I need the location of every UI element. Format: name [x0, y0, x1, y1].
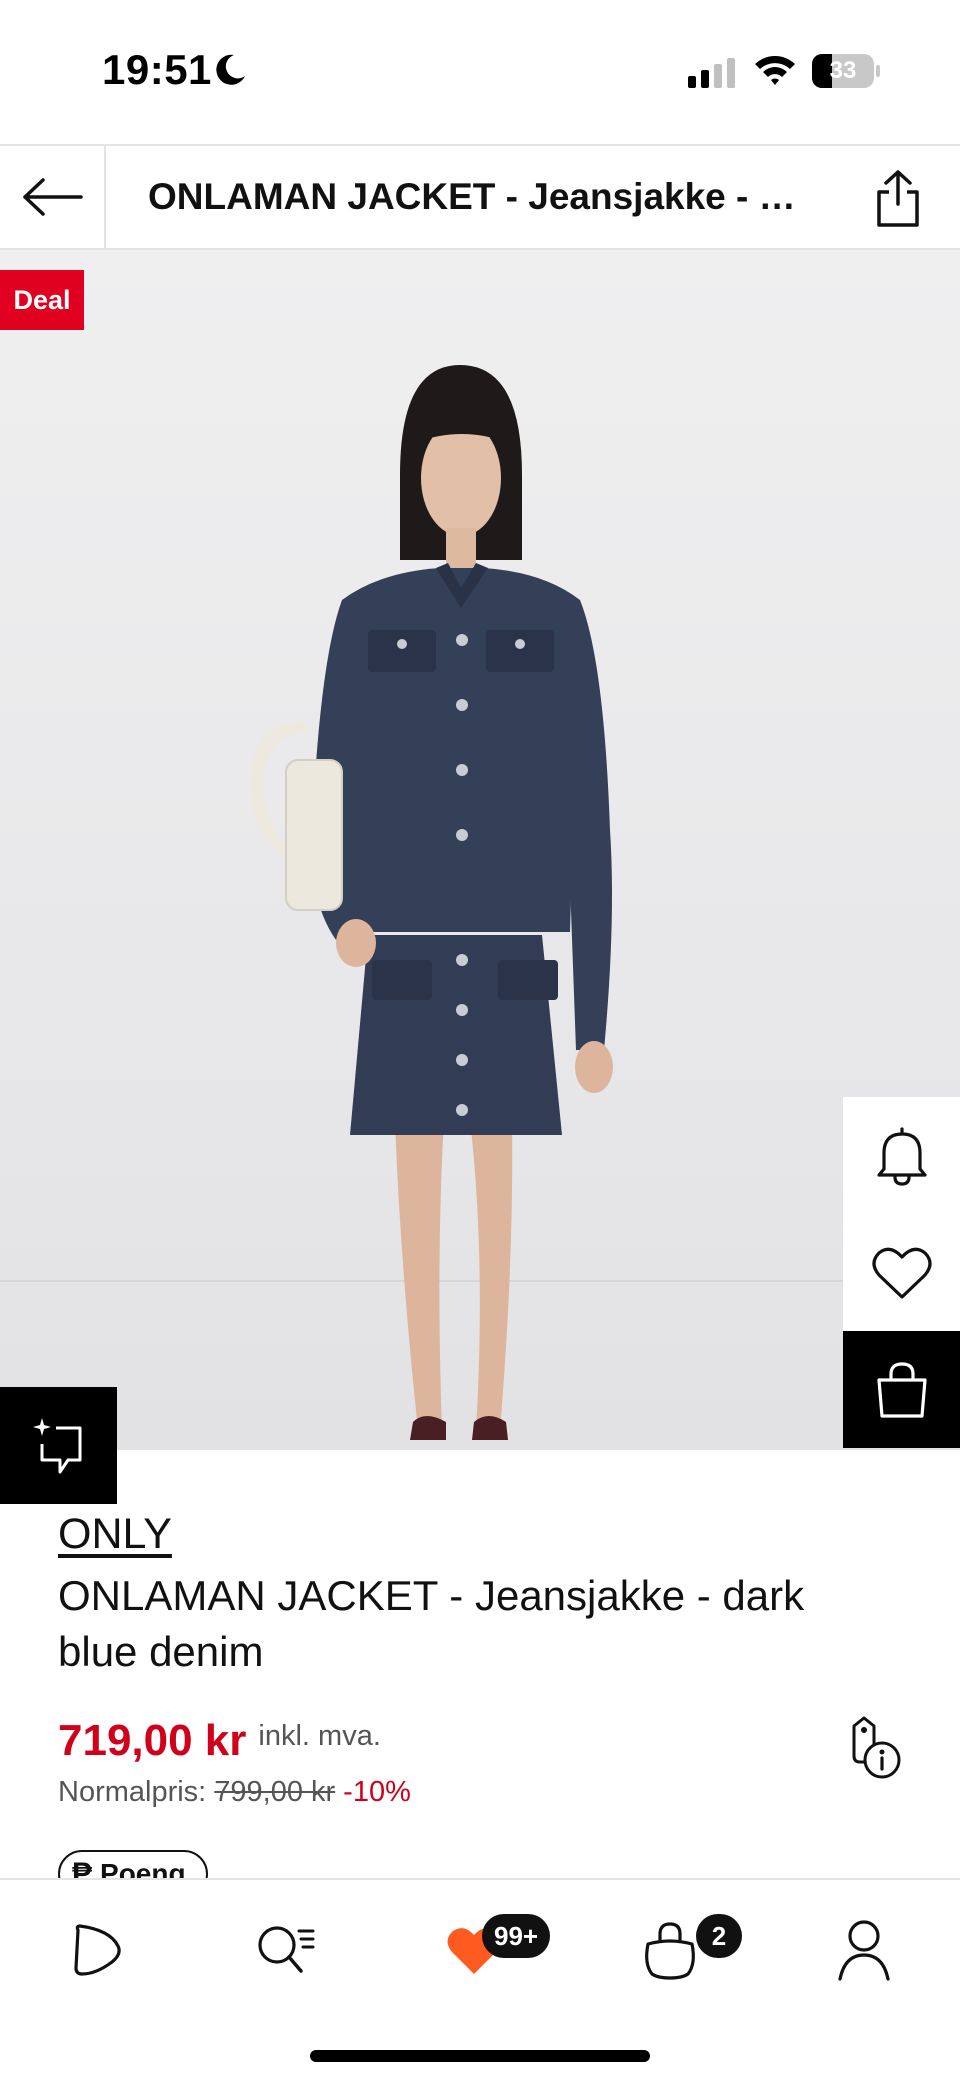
product-photo — [250, 365, 613, 1440]
product-name: ONLAMAN JACKET - Jeansjakke - dark blue … — [58, 1572, 805, 1675]
nav-account[interactable] — [824, 1910, 904, 1990]
shopping-bag-icon — [876, 1361, 927, 1418]
brand-link[interactable]: ONLY — [58, 1510, 172, 1559]
add-to-bag-button[interactable] — [843, 1331, 960, 1448]
price-tag-info-icon — [852, 1716, 901, 1779]
vat-note: inkl. mva. — [258, 1720, 381, 1752]
discount-percent: -10% — [343, 1776, 411, 1808]
page-title: ONLAMAN JACKET - Jeansjakke - dark blue … — [148, 176, 808, 217]
price-info-button[interactable] — [840, 1716, 904, 1782]
product-image-gallery[interactable]: Deal — [0, 250, 960, 1450]
cellular-signal-icon — [688, 58, 735, 88]
cart-count-badge: 2 — [696, 1914, 742, 1958]
share-icon — [877, 170, 919, 227]
top-bar: ONLAMAN JACKET - Jeansjakke - dark blue … — [0, 144, 960, 250]
play-logo-icon — [74, 1924, 121, 1976]
find-similar-button[interactable] — [0, 1387, 117, 1504]
wifi-icon — [755, 56, 795, 85]
back-button[interactable] — [0, 146, 106, 248]
status-bar: 19:51 33 — [0, 0, 960, 144]
arrow-left-icon — [23, 178, 83, 216]
shopping-bag-icon — [645, 1922, 695, 1980]
share-button[interactable] — [868, 168, 928, 228]
nav-cart[interactable] — [630, 1910, 710, 1990]
battery-percentage: 33 — [829, 57, 857, 84]
status-time: 19:51 — [102, 46, 212, 93]
deal-badge: Deal — [0, 270, 84, 330]
price-row: 719,00 kr inkl. mva. — [58, 1716, 381, 1766]
notify-button[interactable] — [843, 1097, 960, 1214]
search-icon — [258, 1926, 315, 1973]
normal-price: 799,00 kr — [214, 1776, 336, 1808]
bell-icon — [876, 1126, 927, 1186]
moon-icon — [216, 54, 245, 85]
normal-price-row: Normalpris: 799,00 kr -10% — [58, 1776, 411, 1809]
home-indicator — [310, 2050, 650, 2062]
sparkle-search-icon — [32, 1417, 81, 1473]
user-icon — [838, 1920, 890, 1981]
current-price: 719,00 kr — [58, 1716, 247, 1765]
wishlist-count-badge: 99+ — [482, 1914, 551, 1958]
side-actions — [843, 1097, 960, 1450]
normal-price-label: Normalpris: — [58, 1776, 207, 1808]
wishlist-button[interactable] — [843, 1214, 960, 1331]
nav-search[interactable] — [246, 1910, 326, 1990]
battery-indicator: 33 — [812, 54, 880, 88]
heart-icon — [871, 1247, 932, 1299]
nav-home[interactable] — [56, 1910, 136, 1990]
